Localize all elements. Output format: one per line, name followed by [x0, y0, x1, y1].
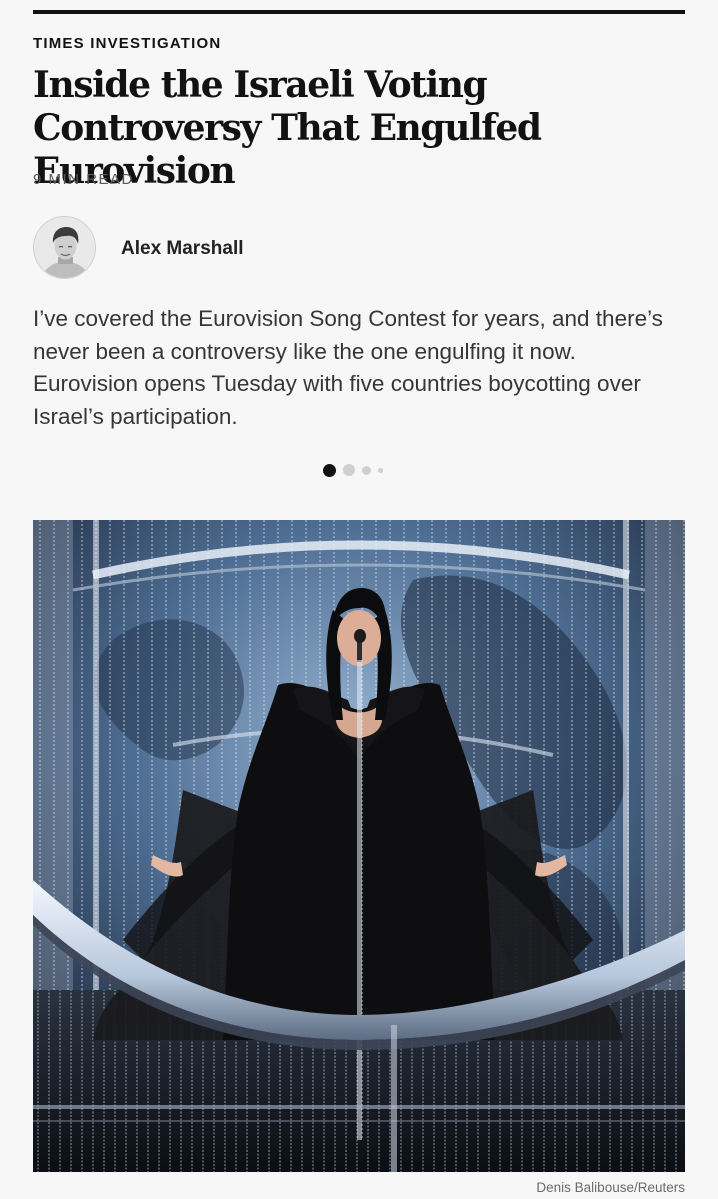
- section-kicker[interactable]: TIMES INVESTIGATION: [33, 35, 221, 52]
- top-rule: [33, 10, 685, 14]
- carousel-dot[interactable]: [378, 467, 383, 473]
- read-time: 9 MIN READ: [33, 171, 134, 188]
- article-summary: I’ve covered the Eurovision Song Contest…: [33, 306, 663, 429]
- author-name[interactable]: Alex Marshall: [121, 238, 244, 260]
- lead-photo[interactable]: [33, 520, 685, 1172]
- carousel-dot[interactable]: [362, 465, 371, 475]
- carousel-dot[interactable]: [343, 464, 355, 476]
- carousel-dot-active[interactable]: [323, 463, 336, 477]
- carousel-indicator[interactable]: [323, 463, 383, 477]
- performer-on-stage-image: [33, 520, 685, 1172]
- photo-credit: Denis Balibouse/Reuters: [536, 1180, 685, 1195]
- author-avatar[interactable]: [33, 216, 96, 279]
- author-avatar-image: [34, 217, 95, 278]
